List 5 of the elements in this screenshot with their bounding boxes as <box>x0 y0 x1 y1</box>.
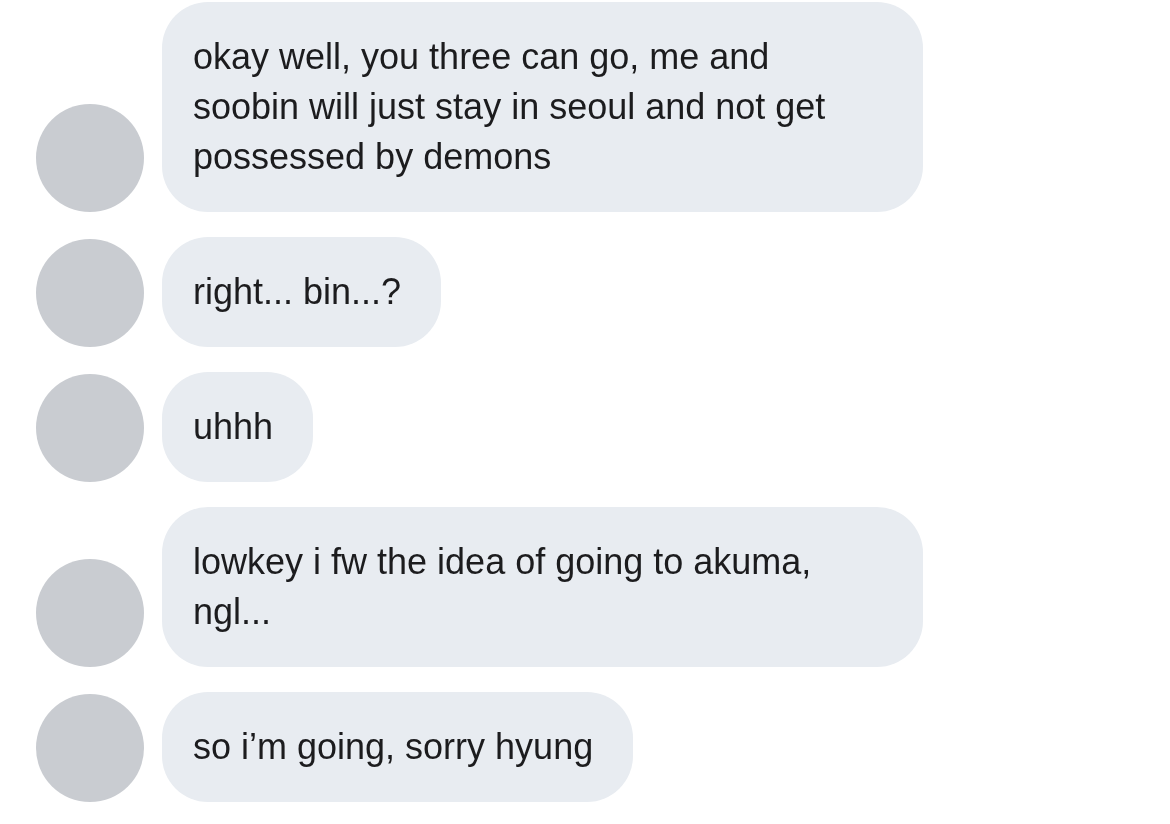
message-bubble: right... bin...? <box>162 237 442 347</box>
message-bubble: lowkey i fw the idea of going to akuma, ngl... <box>162 507 923 667</box>
message-bubble: uhhh <box>162 372 314 482</box>
message-bubble: okay well, you three can go, me and soobin will just stay in seoul and not get possessed by demons <box>162 2 923 212</box>
message-bubble: so i’m going, sorry hyung <box>162 692 634 802</box>
